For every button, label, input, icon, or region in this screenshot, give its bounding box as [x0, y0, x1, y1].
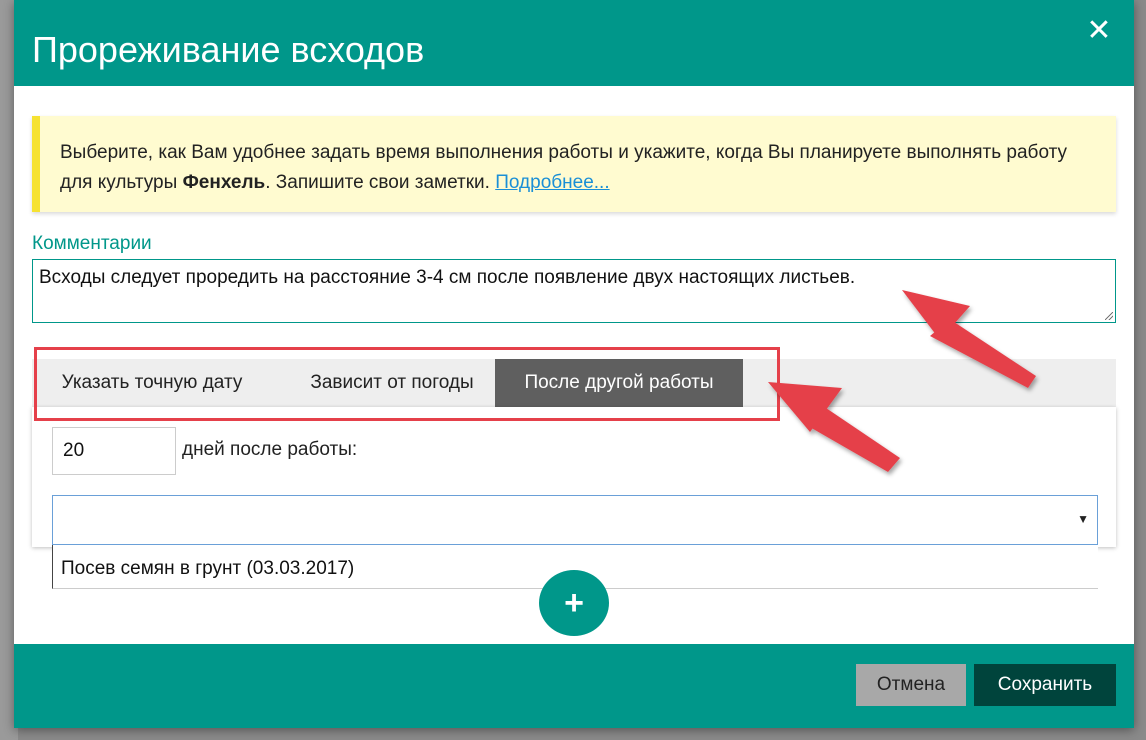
- resize-grip-icon[interactable]: [1105, 312, 1113, 320]
- tab-weather-dependent[interactable]: Зависит от погоды: [288, 359, 496, 407]
- more-link[interactable]: Подробнее...: [495, 172, 609, 193]
- dialog: Прореживание всходов ✕ Выберите, как Вам…: [14, 0, 1134, 728]
- comments-label: Комментарии: [32, 233, 152, 254]
- tab-exact-date[interactable]: Указать точную дату: [36, 359, 268, 407]
- tab-after-other-work[interactable]: После другой работы: [495, 359, 743, 407]
- comments-textarea[interactable]: Всходы следует проредить на расстояние 3…: [32, 259, 1116, 323]
- dropdown-arrow-icon: ▼: [1077, 512, 1089, 526]
- days-label: дней после работы:: [182, 439, 358, 460]
- dialog-title: Прореживание всходов: [32, 29, 425, 70]
- plus-icon[interactable]: +: [539, 570, 609, 636]
- crop-name: Фенхель: [182, 172, 266, 193]
- work-select[interactable]: ▼: [52, 495, 1098, 545]
- cancel-button[interactable]: Отмена: [856, 664, 966, 706]
- schedule-tabs: Указать точную дату Зависит от погоды По…: [32, 359, 1116, 407]
- dialog-header: Прореживание всходов ✕: [14, 0, 1134, 86]
- close-icon[interactable]: ✕: [1082, 14, 1116, 48]
- info-text-after: . Запишите свои заметки.: [265, 172, 496, 193]
- dialog-footer: Отмена Сохранить: [14, 644, 1134, 728]
- info-notice: Выберите, как Вам удобнее задать время в…: [32, 116, 1116, 212]
- days-input[interactable]: 20: [52, 427, 176, 475]
- comments-value: Всходы следует проредить на расстояние 3…: [39, 267, 856, 288]
- save-button[interactable]: Сохранить: [974, 664, 1116, 706]
